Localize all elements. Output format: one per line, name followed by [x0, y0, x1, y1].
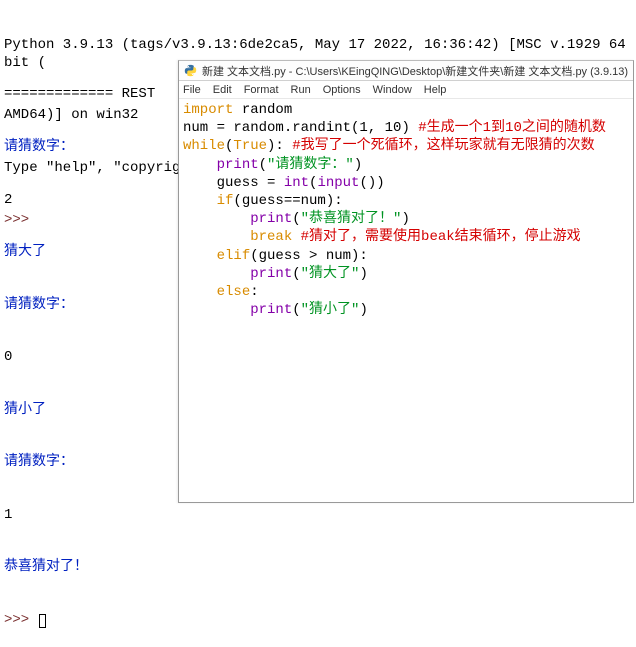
code-text: guess = [183, 175, 284, 191]
text-cursor [39, 614, 46, 628]
output-line: 猜小了 [4, 402, 88, 420]
output-line: 猜大了 [4, 244, 88, 262]
menu-format[interactable]: Format [244, 84, 279, 96]
paren: ) [359, 302, 367, 318]
indent [183, 248, 217, 264]
input-line: 0 [4, 349, 88, 367]
fn-print: print [250, 211, 292, 227]
title-bar[interactable]: 新建 文本文档.py - C:\Users\KEingQING\Desktop\… [179, 61, 633, 81]
paren: ) [359, 266, 367, 282]
paren: ) [354, 157, 362, 173]
fn-print: print [217, 157, 259, 173]
indent [183, 229, 250, 245]
paren: ) [401, 211, 409, 227]
menu-run[interactable]: Run [291, 84, 311, 96]
string: "猜小了" [301, 302, 360, 318]
code-text: (guess > num): [250, 248, 368, 264]
window-title: 新建 文本文档.py - C:\Users\KEingQING\Desktop\… [202, 63, 628, 79]
kw-while: while [183, 138, 225, 154]
code-editor[interactable]: import random num = random.randint(1, 10… [179, 99, 633, 321]
input-line: 2 [4, 192, 88, 210]
indent [183, 211, 250, 227]
fn-print: print [250, 266, 292, 282]
comment: #我写了一个死循环，这样玩家就有无限猜的次数 [292, 138, 594, 154]
fn-randint: randint [292, 120, 351, 136]
idle-editor-window[interactable]: 新建 文本文档.py - C:\Users\KEingQING\Desktop\… [178, 60, 634, 503]
module-name: random [233, 102, 292, 118]
menu-help[interactable]: Help [424, 84, 447, 96]
indent [183, 266, 250, 282]
menu-window[interactable]: Window [373, 84, 412, 96]
fn-int: int [284, 175, 309, 191]
menu-file[interactable]: File [183, 84, 201, 96]
python-icon [183, 64, 197, 78]
fn-input: input [317, 175, 359, 191]
kw-elif: elif [217, 248, 251, 264]
code-text: ): [267, 138, 292, 154]
input-line: 1 [4, 507, 88, 525]
output-line: 请猜数字： [4, 297, 88, 315]
space [292, 229, 300, 245]
indent [183, 157, 217, 173]
indent [183, 193, 217, 209]
string: "请猜数字：" [267, 157, 354, 173]
menu-bar[interactable]: File Edit Format Run Options Window Help [179, 81, 633, 99]
output-line: 请猜数字： [4, 139, 88, 157]
indent [183, 284, 217, 300]
menu-edit[interactable]: Edit [213, 84, 232, 96]
kw-import: import [183, 102, 233, 118]
code-text: num = random. [183, 120, 292, 136]
shell-session[interactable]: 请猜数字： 2 猜大了 请猜数字： 0 猜小了 请猜数字： 1 恭喜猜对了！ >… [4, 104, 88, 647]
string: "恭喜猜对了！" [301, 211, 402, 227]
string: "猜大了" [301, 266, 360, 282]
indent [183, 302, 250, 318]
menu-options[interactable]: Options [323, 84, 361, 96]
paren: ( [259, 157, 267, 173]
comment: #生成一个1到10之间的随机数 [418, 120, 606, 136]
colon: : [250, 284, 258, 300]
restart-bar: ============= REST [4, 86, 155, 102]
paren: ()) [359, 175, 384, 191]
comment: #猜对了，需要使用beak结束循环，停止游戏 [301, 229, 581, 245]
kw-true: True [233, 138, 267, 154]
paren: ( [292, 211, 300, 227]
kw-if: if [217, 193, 234, 209]
output-line: 恭喜猜对了！ [4, 559, 88, 577]
shell-prompt: >>> [4, 612, 29, 628]
code-text: (1, 10) [351, 120, 418, 136]
paren: ( [292, 266, 300, 282]
output-line: 请猜数字： [4, 454, 88, 472]
kw-else: else [217, 284, 251, 300]
code-text: (guess==num): [233, 193, 342, 209]
paren: ( [292, 302, 300, 318]
fn-print: print [250, 302, 292, 318]
kw-break: break [250, 229, 292, 245]
